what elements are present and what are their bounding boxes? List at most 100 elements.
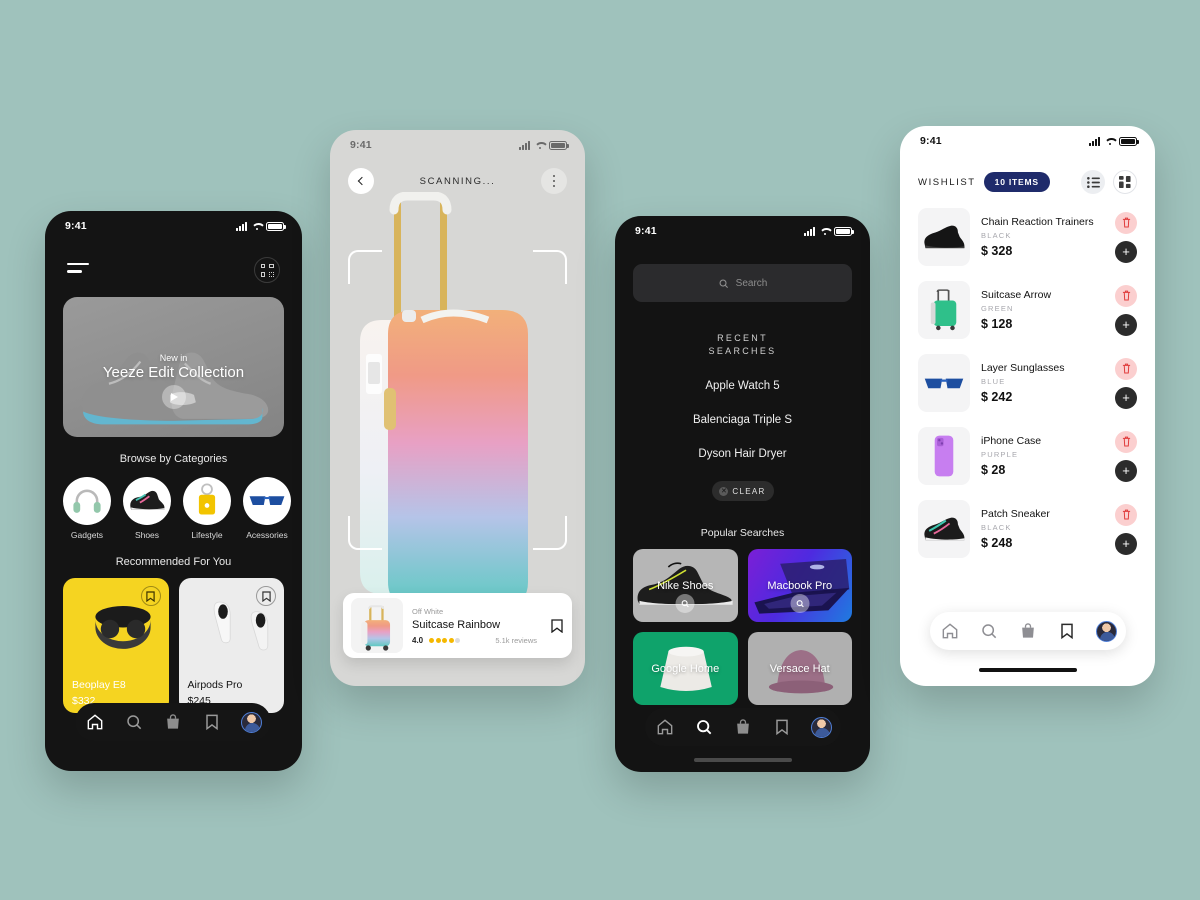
search-input[interactable]: Search bbox=[633, 264, 852, 302]
screenshot-canvas: 9:41 New in Yeeze Edit Collection Browse… bbox=[0, 0, 1200, 900]
bookmark-icon[interactable] bbox=[772, 717, 792, 737]
wifi-icon bbox=[251, 222, 262, 231]
menu-icon[interactable] bbox=[67, 262, 89, 278]
battery-icon bbox=[834, 226, 854, 236]
recent-searches-title: RECENT SEARCHES bbox=[615, 332, 870, 358]
wishlist-row[interactable]: Layer Sunglasses BLUE $ 242 + bbox=[918, 354, 1137, 412]
wishlist-screen-content: 9:41 WISHLIST 10 ITEMS Chain Reaction Tr… bbox=[900, 126, 1155, 686]
product-brand: Off White bbox=[412, 606, 444, 616]
item-info: Layer Sunglasses BLUE $ 242 bbox=[981, 362, 1104, 404]
search-shortcut-button[interactable] bbox=[675, 594, 695, 614]
product-name: Airpods Pro bbox=[187, 679, 243, 691]
frame-corner-icon bbox=[348, 250, 382, 284]
list-view-button[interactable] bbox=[1081, 170, 1105, 194]
delete-button[interactable] bbox=[1115, 503, 1137, 526]
bag-icon[interactable] bbox=[163, 712, 183, 732]
wishlist-row[interactable]: iPhone Case PURPLE $ 28 + bbox=[918, 427, 1137, 485]
item-info: iPhone Case PURPLE $ 28 bbox=[981, 435, 1104, 477]
delete-button[interactable] bbox=[1115, 357, 1137, 380]
wishlist-row[interactable]: Patch Sneaker BLACK $ 248 + bbox=[918, 500, 1137, 558]
category-item-accessories[interactable]: Acessories bbox=[243, 477, 291, 540]
add-to-cart-button[interactable]: + bbox=[1115, 459, 1137, 482]
avatar-icon[interactable] bbox=[1095, 620, 1117, 642]
add-to-cart-button[interactable]: + bbox=[1115, 313, 1137, 336]
add-to-cart-button[interactable]: + bbox=[1115, 386, 1137, 409]
phone-search-screen: 9:41 Search RECENT SEARCHES Apple Watch … bbox=[615, 216, 870, 772]
category-item-gadgets[interactable]: Gadgets bbox=[63, 477, 111, 540]
item-actions: + bbox=[1115, 503, 1137, 555]
popular-item-label: Versace Hat bbox=[769, 662, 830, 675]
trash-icon bbox=[1122, 436, 1130, 447]
item-thumbnail bbox=[918, 500, 970, 558]
recent-search-item[interactable]: Dyson Hair Dryer bbox=[615, 448, 870, 460]
delete-button[interactable] bbox=[1115, 284, 1137, 307]
delete-button[interactable] bbox=[1115, 430, 1137, 453]
bookmark-button[interactable] bbox=[256, 586, 276, 606]
phone-scan-screen: 9:41 SCANNING... Off White Suitcase Rain… bbox=[330, 130, 585, 686]
category-item-shoes[interactable]: Shoes bbox=[123, 477, 171, 540]
add-to-cart-button[interactable]: + bbox=[1115, 240, 1137, 263]
product-card-airpods[interactable]: Airpods Pro $245 bbox=[178, 578, 284, 713]
bookmark-button[interactable] bbox=[140, 586, 161, 606]
home-icon[interactable] bbox=[940, 621, 960, 641]
recommended-list: Beoplay E8 $332 Airpods Pro $245 bbox=[45, 568, 302, 713]
hero-banner[interactable]: New in Yeeze Edit Collection bbox=[63, 297, 284, 437]
home-indicator bbox=[978, 668, 1077, 672]
status-time: 9:41 bbox=[350, 139, 372, 151]
home-header bbox=[45, 241, 302, 283]
bag-icon[interactable] bbox=[1018, 621, 1038, 641]
more-options-button[interactable] bbox=[540, 168, 567, 194]
scanned-product-card[interactable]: Off White Suitcase Rainbow 4.0 5.1k revi… bbox=[343, 593, 572, 658]
delete-button[interactable] bbox=[1115, 211, 1137, 234]
recent-search-item[interactable]: Balenciaga Triple S bbox=[615, 414, 870, 426]
popular-item-macbook-pro[interactable]: Macbook Pro bbox=[747, 549, 852, 622]
bookmark-icon[interactable] bbox=[202, 712, 222, 732]
popular-item-versace-hat[interactable]: Versace Hat bbox=[747, 632, 852, 705]
grid-view-button[interactable] bbox=[1113, 170, 1137, 194]
phone-wishlist-screen: 9:41 WISHLIST 10 ITEMS Chain Reaction Tr… bbox=[900, 126, 1155, 686]
status-time: 9:41 bbox=[65, 220, 87, 232]
bookmark-button[interactable] bbox=[550, 618, 564, 633]
sunglasses-icon bbox=[243, 477, 291, 525]
status-bar: 9:41 bbox=[45, 211, 302, 241]
back-button[interactable] bbox=[348, 168, 374, 194]
sneaker-icon bbox=[924, 225, 965, 249]
home-icon[interactable] bbox=[85, 712, 105, 732]
product-thumbnail bbox=[351, 598, 403, 653]
popular-item-google-home[interactable]: Google Home bbox=[633, 632, 738, 705]
avatar-icon[interactable] bbox=[240, 711, 262, 733]
wishlist-row[interactable]: Chain Reaction Trainers BLACK $ 328 + bbox=[918, 208, 1137, 266]
popular-item-nike-shoes[interactable]: Nike Shoes bbox=[633, 549, 738, 622]
scan-button[interactable] bbox=[254, 257, 280, 283]
home-icon[interactable] bbox=[655, 717, 675, 737]
item-info: Suitcase Arrow GREEN $ 128 bbox=[981, 289, 1104, 331]
search-icon[interactable] bbox=[694, 717, 714, 737]
bookmark-icon[interactable] bbox=[1057, 621, 1077, 641]
bag-icon[interactable] bbox=[733, 717, 753, 737]
search-icon bbox=[796, 600, 804, 608]
add-to-cart-button[interactable]: + bbox=[1115, 532, 1137, 555]
play-button[interactable] bbox=[161, 385, 186, 410]
frame-corner-icon bbox=[533, 516, 567, 550]
status-bar: 9:41 bbox=[330, 130, 585, 160]
item-count-badge: 10 ITEMS bbox=[983, 172, 1050, 192]
item-name: Patch Sneaker bbox=[981, 508, 1050, 520]
earbuds-image bbox=[95, 606, 151, 649]
search-icon[interactable] bbox=[979, 621, 999, 641]
trash-icon bbox=[1122, 290, 1130, 301]
rating-value: 4.0 bbox=[412, 635, 424, 645]
keychain-icon bbox=[183, 477, 231, 525]
search-shortcut-button[interactable] bbox=[790, 594, 810, 614]
category-item-lifestyle[interactable]: Lifestyle bbox=[183, 477, 231, 540]
hero-title: Yeeze Edit Collection bbox=[102, 364, 245, 381]
trash-icon bbox=[1122, 509, 1130, 520]
wishlist-row[interactable]: Suitcase Arrow GREEN $ 128 + bbox=[918, 281, 1137, 339]
avatar-icon[interactable] bbox=[810, 716, 832, 738]
phone-case-icon bbox=[934, 435, 954, 477]
clear-searches-button[interactable]: ✕ CLEAR bbox=[711, 481, 774, 501]
product-card-beoplay[interactable]: Beoplay E8 $332 bbox=[63, 578, 169, 713]
home-indicator bbox=[693, 758, 792, 762]
star-rating-icon bbox=[429, 637, 461, 643]
search-icon[interactable] bbox=[124, 712, 144, 732]
recent-search-item[interactable]: Apple Watch 5 bbox=[615, 380, 870, 392]
